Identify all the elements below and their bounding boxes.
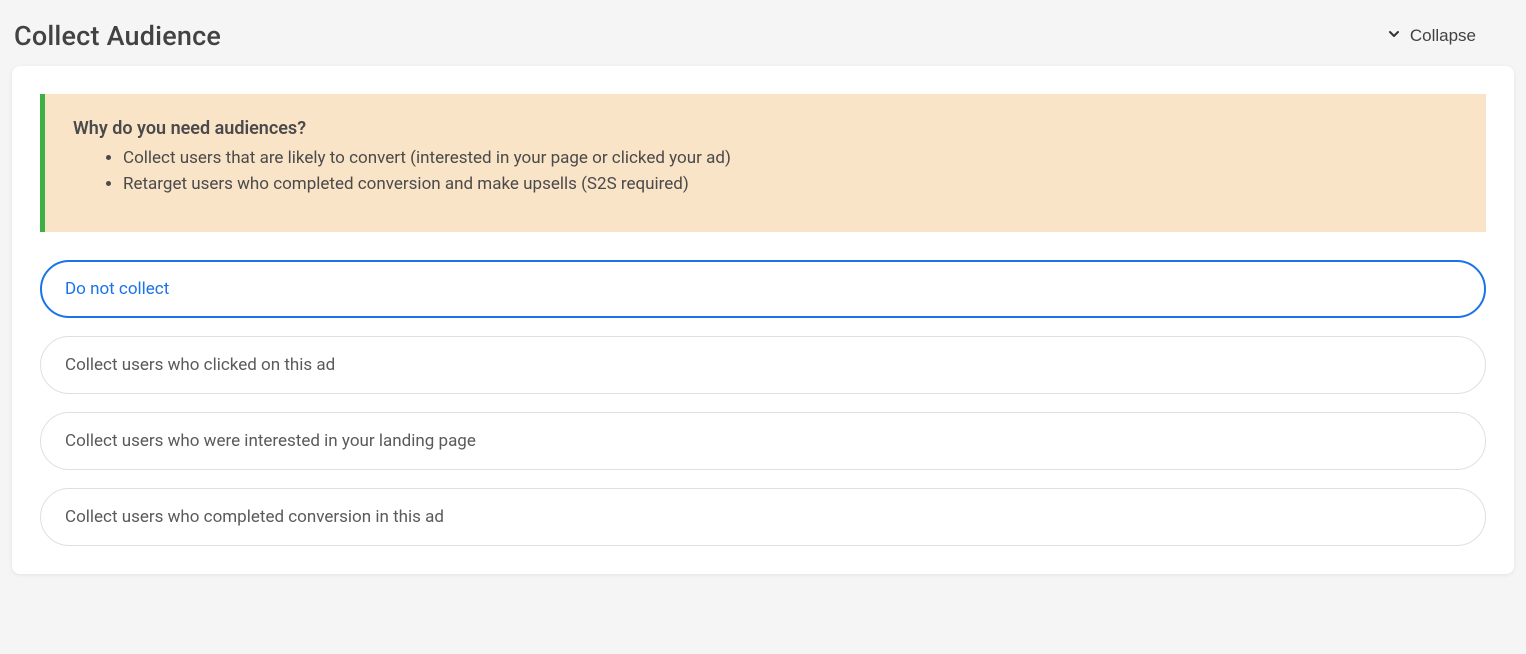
option-label: Collect users who clicked on this ad [65, 355, 335, 375]
option-do-not-collect[interactable]: Do not collect [40, 260, 1486, 318]
option-completed-conversion[interactable]: Collect users who completed conversion i… [40, 488, 1486, 546]
info-banner-title: Why do you need audiences? [73, 118, 1458, 139]
section-header: Collect Audience Collapse [0, 0, 1526, 66]
option-label: Collect users who were interested in you… [65, 431, 476, 451]
audience-card: Why do you need audiences? Collect users… [12, 66, 1514, 574]
option-label: Collect users who completed conversion i… [65, 507, 444, 527]
option-interested-landing[interactable]: Collect users who were interested in you… [40, 412, 1486, 470]
option-label: Do not collect [65, 279, 169, 299]
info-bullet: Retarget users who completed conversion … [123, 171, 1458, 197]
collapse-button[interactable]: Collapse [1386, 26, 1512, 47]
info-banner: Why do you need audiences? Collect users… [40, 94, 1486, 232]
collapse-label: Collapse [1410, 26, 1476, 46]
section-title: Collect Audience [14, 20, 221, 52]
info-banner-list: Collect users that are likely to convert… [73, 145, 1458, 198]
option-clicked-ad[interactable]: Collect users who clicked on this ad [40, 336, 1486, 394]
info-bullet: Collect users that are likely to convert… [123, 145, 1458, 171]
chevron-down-icon [1386, 26, 1402, 47]
